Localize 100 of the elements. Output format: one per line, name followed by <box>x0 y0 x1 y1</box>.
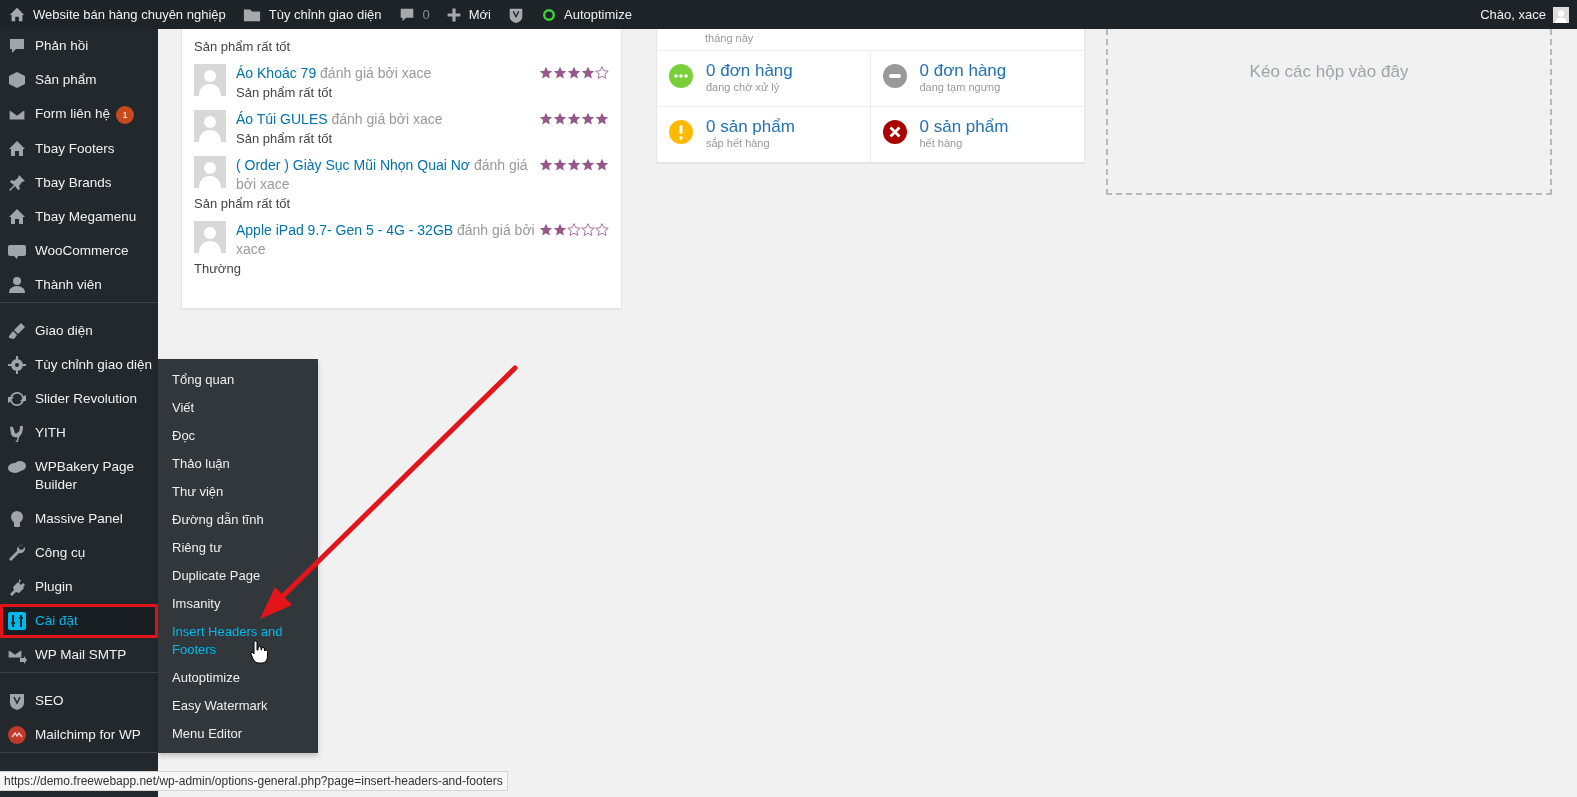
submenu-item[interactable]: Imsanity <box>158 590 318 618</box>
review-text: Sản phẩm rất tốt <box>236 131 333 146</box>
sidebar-item[interactable]: Form liên hệ 1 <box>0 97 158 132</box>
new-link[interactable]: Mới <box>468 7 491 22</box>
drop-zone-text: Kéo các hộp vào đây <box>1249 62 1409 83</box>
sidebar-item[interactable]: Công cụ <box>0 536 158 570</box>
sidebar-item[interactable]: Sản phẩm <box>0 63 158 97</box>
star-icon <box>581 158 595 172</box>
sidebar-item[interactable]: Giao diện <box>0 314 158 348</box>
greeting-link[interactable]: Chào, xace <box>1480 7 1546 22</box>
star-icon <box>539 223 553 237</box>
person-icon <box>7 275 27 295</box>
stat-value[interactable]: 0 đơn hàng <box>919 61 1007 81</box>
sidebar-item[interactable]: SEO <box>0 684 158 718</box>
star-icon <box>553 66 567 80</box>
star-icon <box>539 158 553 172</box>
stat-value[interactable]: 0 đơn hàng <box>706 61 793 81</box>
comment-count[interactable]: 0 <box>422 7 430 22</box>
refresh-icon <box>7 389 27 409</box>
avatar-icon <box>194 221 226 253</box>
customize-link[interactable]: Tùy chỉnh giao diện <box>268 7 382 22</box>
sidebar-item[interactable]: WPBakery Page Builder <box>0 450 158 502</box>
sidebar-item[interactable]: Tbay Footers <box>0 132 158 166</box>
submenu-item[interactable]: Autoptimize <box>158 664 318 692</box>
submenu-item[interactable]: Thảo luận <box>158 450 318 478</box>
house-icon <box>7 207 27 227</box>
submenu-item[interactable]: Viết <box>158 394 318 422</box>
star-icon <box>567 158 581 172</box>
stat-caption: sắp hết hàng <box>706 137 771 149</box>
stat-caption: đang tạm ngưng <box>919 81 1002 93</box>
star-icon <box>553 112 567 126</box>
sidebar-item[interactable]: Tbay Brands <box>0 166 158 200</box>
star-icon <box>539 112 553 126</box>
shield-icon <box>7 691 27 711</box>
box-icon <box>7 70 27 90</box>
sidebar-item[interactable]: Thành viên <box>0 268 158 302</box>
star-icon <box>567 66 581 80</box>
review-text: Sản phẩm rất tốt <box>194 196 291 211</box>
sidebar-item[interactable]: Tbay Megamenu <box>0 200 158 234</box>
star-icon <box>581 66 595 80</box>
stat-caption: hết hàng <box>919 137 964 149</box>
pushpin-icon <box>7 173 27 193</box>
submenu-item[interactable]: Menu Editor <box>158 720 318 748</box>
star-icon <box>567 112 581 126</box>
sidebar-item[interactable]: WooCommerce <box>0 234 158 268</box>
stat-caption: tháng này <box>705 32 754 44</box>
sliders-icon <box>7 611 27 631</box>
stat-value[interactable]: 0 sản phẩm <box>706 117 795 137</box>
dots-icon <box>669 64 693 88</box>
star-icon <box>595 66 609 80</box>
speech-bubble-icon <box>7 36 27 56</box>
submenu-item[interactable]: Riêng tư <box>158 534 318 562</box>
submenu-item[interactable]: Easy Watermark <box>158 692 318 720</box>
house-icon <box>7 139 27 159</box>
avatar-icon <box>194 110 226 142</box>
avatar-icon <box>1553 6 1569 23</box>
submenu-item[interactable]: Đường dẫn tĩnh <box>158 506 318 534</box>
review-heading: Áo Khoác 79 đánh giá bởi xace <box>236 65 432 81</box>
status-url: https://demo.freewebapp.net/wp-admin/options-general.php?page=insert-headers-and-footers <box>0 771 508 791</box>
star-icon <box>581 112 595 126</box>
gear-icon <box>7 355 27 375</box>
round-logo-icon <box>7 725 27 745</box>
submenu-item[interactable]: Đọc <box>158 422 318 450</box>
submenu-item[interactable]: Tổng quan <box>158 366 318 394</box>
star-icon <box>581 223 595 237</box>
autoptimize-link[interactable]: Autoptimize <box>564 7 632 22</box>
review-heading: Apple iPad 9.7- Gen 5 - 4G - 32GB đánh giá bởi xace <box>236 222 535 257</box>
sidebar-item[interactable]: Phản hồi <box>0 29 158 63</box>
sidebar-item[interactable]: Plugin <box>0 570 158 604</box>
notification-badge: 1 <box>116 106 135 124</box>
site-title-link[interactable]: Website bán hàng chuyên nghiệp <box>33 7 226 22</box>
minus-circle-icon <box>882 64 907 88</box>
review-heading: ( Order ) Giày Sục Mũi Nhọn Quai Nơ đánh giá bởi xace <box>236 157 528 192</box>
sidebar-item[interactable]: Massive Panel <box>0 502 158 536</box>
submenu-item[interactable]: Thư viện <box>158 478 318 506</box>
star-icon <box>553 223 567 237</box>
review-text: Thường <box>194 261 241 276</box>
warning-icon <box>669 120 693 144</box>
star-icon <box>553 158 567 172</box>
ring-icon <box>541 6 557 23</box>
submenu-item[interactable]: Insert Headers and Footers <box>158 618 318 664</box>
review-text: Sản phẩm rất tốt <box>194 39 291 54</box>
avatar-icon <box>194 156 226 188</box>
star-icon <box>595 158 609 172</box>
star-icon <box>595 223 609 237</box>
error-icon <box>882 120 907 144</box>
submenu-item[interactable]: Duplicate Page <box>158 562 318 590</box>
wrench-icon <box>7 543 27 563</box>
stat-value[interactable]: 0 sản phẩm <box>919 117 1009 137</box>
star-icon <box>567 223 581 237</box>
sidebar-item[interactable]: WP Mail SMTP <box>0 638 158 672</box>
plus-icon <box>445 6 462 23</box>
star-icon <box>539 66 553 80</box>
sidebar-item[interactable]: Slider Revolution <box>0 382 158 416</box>
sidebar-item[interactable]: YITH <box>0 416 158 450</box>
sidebar-item[interactable]: Mailchimp for WP <box>0 718 158 752</box>
star-icon <box>595 112 609 126</box>
sidebar-item[interactable]: Cài đặt <box>0 604 158 638</box>
sidebar-item[interactable]: Tùy chỉnh giao diện <box>0 348 158 382</box>
hand-cursor-icon <box>250 641 267 664</box>
